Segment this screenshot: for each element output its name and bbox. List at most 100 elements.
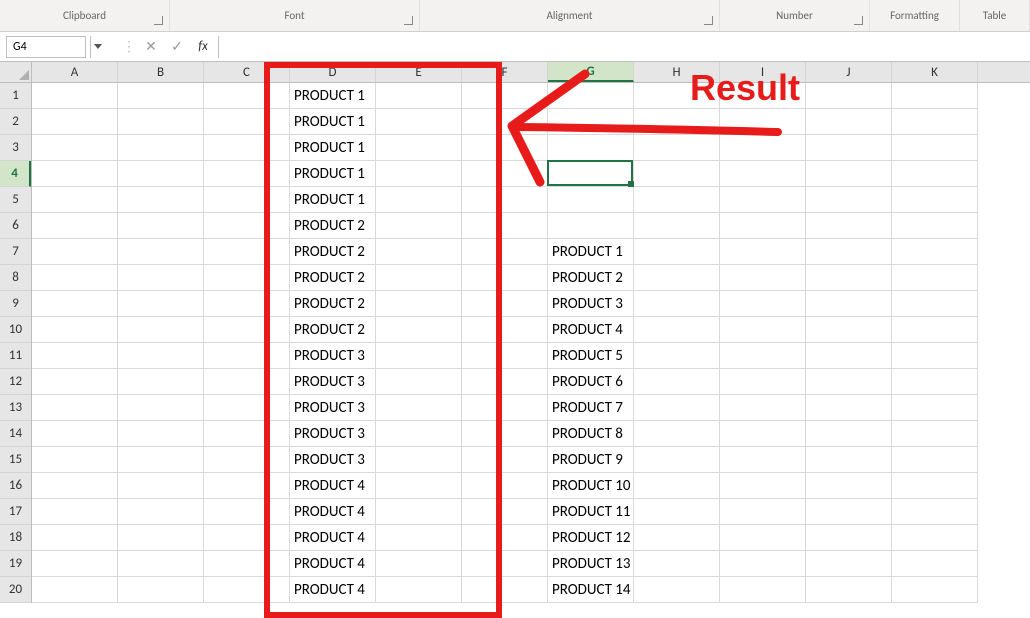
cell[interactable]: PRODUCT 1 — [290, 187, 376, 213]
cell[interactable] — [720, 369, 806, 395]
cell[interactable] — [806, 473, 892, 499]
cell[interactable] — [720, 395, 806, 421]
row-header[interactable]: 5 — [0, 187, 31, 213]
cell[interactable] — [376, 447, 462, 473]
cell[interactable] — [376, 577, 462, 603]
cell[interactable] — [462, 109, 548, 135]
cancel-button[interactable]: ✕ — [140, 36, 162, 58]
cell[interactable] — [462, 369, 548, 395]
cell[interactable]: PRODUCT 1 — [290, 83, 376, 109]
cell[interactable] — [806, 395, 892, 421]
cell[interactable] — [204, 551, 290, 577]
cell[interactable] — [204, 291, 290, 317]
cell[interactable] — [548, 83, 634, 109]
cell[interactable] — [806, 343, 892, 369]
cell[interactable] — [634, 577, 720, 603]
ribbon-group-font[interactable]: Font — [170, 0, 420, 31]
cell[interactable] — [376, 499, 462, 525]
cell[interactable] — [634, 499, 720, 525]
cell[interactable] — [376, 135, 462, 161]
cell[interactable] — [118, 343, 204, 369]
cell[interactable] — [32, 161, 118, 187]
row-header[interactable]: 4 — [0, 161, 31, 187]
cell[interactable] — [118, 473, 204, 499]
cell[interactable] — [32, 499, 118, 525]
row-header[interactable]: 8 — [0, 265, 31, 291]
cell[interactable] — [892, 187, 978, 213]
cell[interactable] — [720, 135, 806, 161]
select-all-cell[interactable] — [0, 62, 32, 83]
cell[interactable] — [892, 317, 978, 343]
cell[interactable]: PRODUCT 14 — [548, 577, 634, 603]
cell[interactable]: PRODUCT 3 — [290, 369, 376, 395]
cell[interactable] — [462, 135, 548, 161]
cell[interactable] — [634, 317, 720, 343]
cell[interactable] — [634, 161, 720, 187]
cell[interactable] — [462, 187, 548, 213]
cell[interactable] — [376, 109, 462, 135]
row-header[interactable]: 18 — [0, 525, 31, 551]
cell[interactable] — [376, 369, 462, 395]
cell[interactable] — [204, 187, 290, 213]
cell[interactable] — [892, 421, 978, 447]
cell[interactable] — [204, 395, 290, 421]
cell[interactable] — [634, 525, 720, 551]
name-box[interactable]: G4 — [6, 36, 86, 58]
cell[interactable] — [118, 395, 204, 421]
cell[interactable] — [376, 525, 462, 551]
cell[interactable] — [32, 343, 118, 369]
cell[interactable] — [204, 369, 290, 395]
cell[interactable] — [204, 161, 290, 187]
column-header[interactable]: K — [892, 62, 978, 82]
cell[interactable] — [462, 577, 548, 603]
cell[interactable] — [806, 447, 892, 473]
cell[interactable] — [634, 109, 720, 135]
cell[interactable]: PRODUCT 4 — [290, 551, 376, 577]
cell[interactable] — [32, 135, 118, 161]
cell[interactable] — [720, 447, 806, 473]
ribbon-group-table[interactable]: Table — [960, 0, 1030, 31]
cell[interactable] — [720, 421, 806, 447]
cell[interactable] — [720, 499, 806, 525]
cell[interactable] — [204, 447, 290, 473]
cell[interactable] — [32, 551, 118, 577]
ribbon-group-alignment[interactable]: Alignment — [420, 0, 720, 31]
row-header[interactable]: 14 — [0, 421, 31, 447]
cell[interactable] — [376, 83, 462, 109]
row-header[interactable]: 1 — [0, 83, 31, 109]
cell[interactable]: PRODUCT 2 — [548, 265, 634, 291]
cell[interactable] — [204, 317, 290, 343]
cell[interactable] — [32, 473, 118, 499]
cell[interactable] — [720, 291, 806, 317]
cell[interactable]: PRODUCT 4 — [290, 473, 376, 499]
cell[interactable] — [376, 161, 462, 187]
cell[interactable]: PRODUCT 3 — [290, 447, 376, 473]
cell[interactable]: PRODUCT 4 — [290, 577, 376, 603]
cell[interactable] — [118, 291, 204, 317]
cell[interactable] — [720, 213, 806, 239]
cell[interactable] — [806, 551, 892, 577]
cell[interactable] — [634, 551, 720, 577]
cell[interactable] — [462, 421, 548, 447]
cell[interactable] — [32, 317, 118, 343]
cell[interactable] — [204, 135, 290, 161]
cell[interactable]: PRODUCT 8 — [548, 421, 634, 447]
cell[interactable] — [462, 551, 548, 577]
cell[interactable]: PRODUCT 4 — [290, 499, 376, 525]
column-header[interactable]: A — [32, 62, 118, 82]
cell[interactable] — [32, 447, 118, 473]
cell[interactable] — [806, 421, 892, 447]
cell[interactable] — [892, 551, 978, 577]
cell[interactable] — [32, 213, 118, 239]
ribbon-group-formatting[interactable]: Formatting — [870, 0, 960, 31]
row-header[interactable]: 6 — [0, 213, 31, 239]
cell[interactable]: PRODUCT 1 — [290, 135, 376, 161]
cell[interactable]: PRODUCT 2 — [290, 291, 376, 317]
cell[interactable] — [634, 83, 720, 109]
cell[interactable] — [806, 499, 892, 525]
cell[interactable]: PRODUCT 13 — [548, 551, 634, 577]
cell[interactable] — [462, 395, 548, 421]
cell[interactable] — [462, 265, 548, 291]
cell[interactable] — [462, 447, 548, 473]
cell[interactable] — [118, 187, 204, 213]
